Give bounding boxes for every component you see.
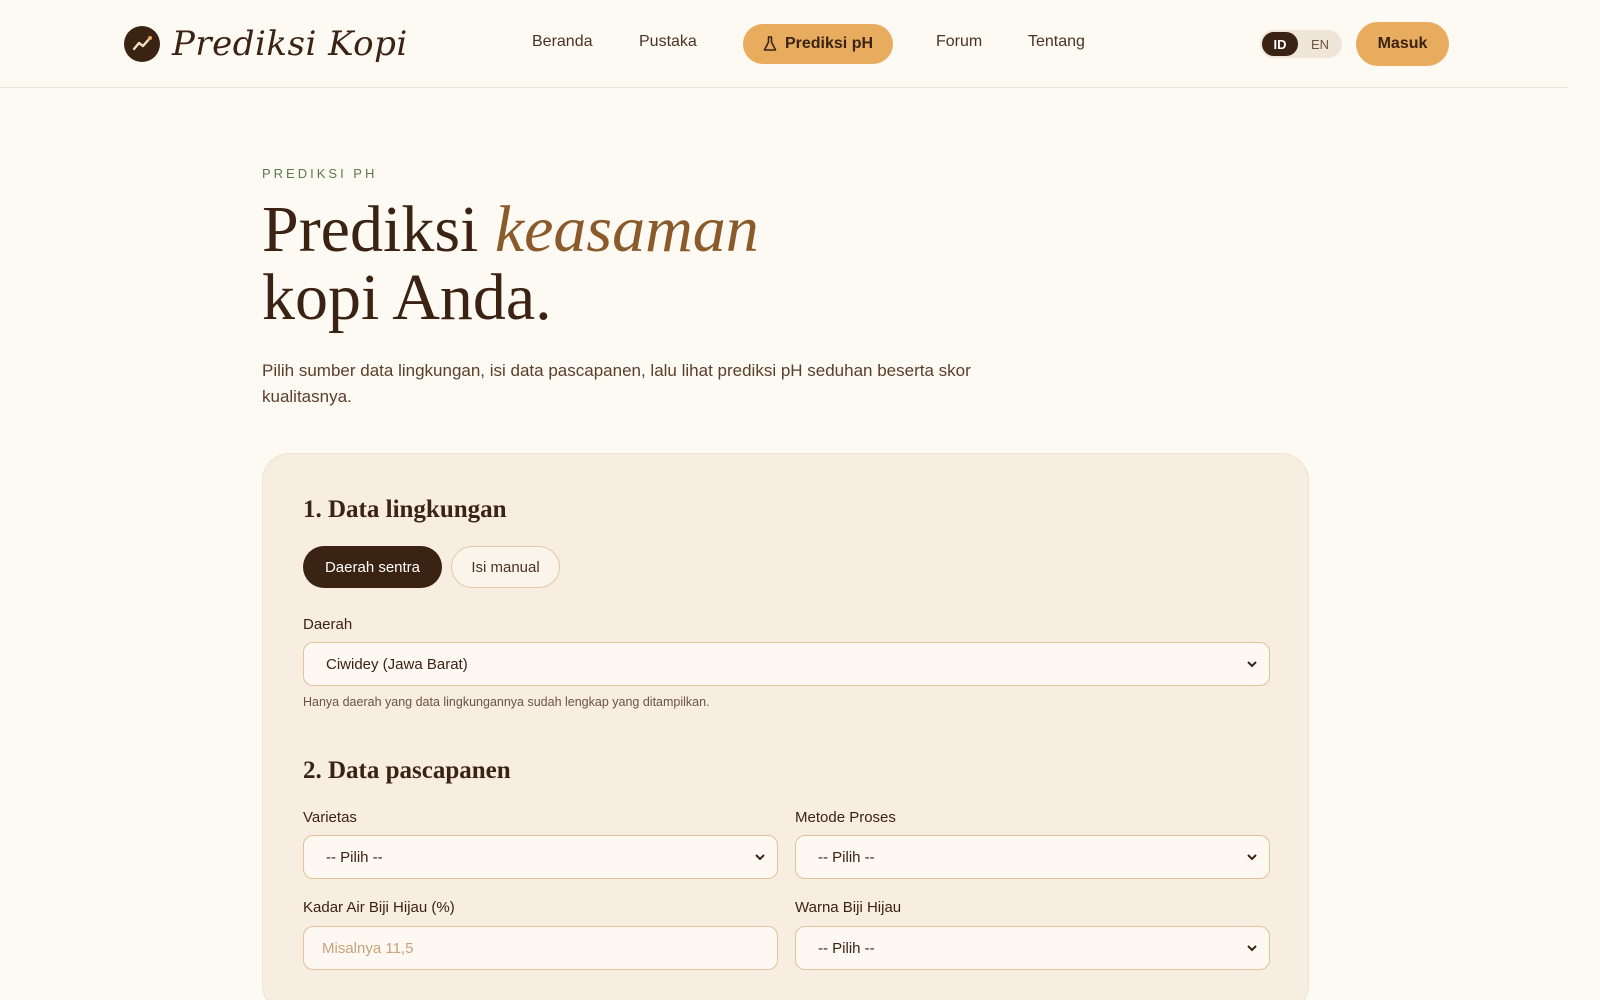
source-option-isi-manual[interactable]: Isi manual bbox=[451, 546, 560, 588]
nav-link-pustaka[interactable]: Pustaka bbox=[639, 32, 697, 52]
region-select[interactable]: Ciwidey (Jawa Barat) bbox=[303, 642, 1270, 686]
section-title-postharvest: 2. Data pascapanen bbox=[303, 757, 511, 784]
metode-proses-select[interactable]: -- Pilih -- bbox=[795, 835, 1270, 879]
title-part-2: kopi Anda. bbox=[262, 261, 552, 334]
nav-link-forum[interactable]: Forum bbox=[936, 32, 982, 52]
nav-link-prediksi-ph[interactable]: Prediksi pH bbox=[743, 24, 893, 64]
metode-proses-label: Metode Proses bbox=[795, 809, 896, 826]
varietas-select[interactable]: -- Pilih -- bbox=[303, 835, 778, 879]
page-eyebrow: PREDIKSI PH bbox=[262, 166, 378, 181]
section-title-environment: 1. Data lingkungan bbox=[303, 496, 507, 523]
prediction-form-card: 1. Data lingkungan Daerah sentra Isi man… bbox=[262, 453, 1309, 1000]
chevron-down-icon bbox=[1247, 854, 1257, 861]
language-toggle: ID EN bbox=[1260, 30, 1342, 58]
warna-biji-label: Warna Biji Hijau bbox=[795, 899, 902, 916]
kadar-air-input[interactable] bbox=[303, 926, 778, 970]
title-part-1: Prediksi bbox=[262, 193, 495, 266]
nav-active-label: Prediksi pH bbox=[784, 35, 874, 52]
chevron-down-icon bbox=[1247, 661, 1257, 668]
page-title: Prediksi keasaman kopi Anda. bbox=[262, 196, 759, 332]
lang-option-id[interactable]: ID bbox=[1262, 32, 1298, 56]
varietas-label: Varietas bbox=[303, 809, 357, 826]
warna-biji-select[interactable]: -- Pilih -- bbox=[795, 926, 1270, 970]
nav-link-tentang[interactable]: Tentang bbox=[1028, 32, 1085, 52]
flask-icon bbox=[763, 36, 777, 51]
brand-logo[interactable]: Prediksi Kopi bbox=[124, 22, 408, 66]
region-label: Daerah bbox=[303, 616, 353, 633]
top-navigation-bar: Prediksi Kopi Beranda Pustaka Prediksi p… bbox=[0, 0, 1568, 88]
nav-link-beranda[interactable]: Beranda bbox=[532, 32, 593, 52]
varietas-select-value: -- Pilih -- bbox=[326, 848, 383, 866]
chevron-down-icon bbox=[755, 854, 765, 861]
source-option-daerah-sentra[interactable]: Daerah sentra bbox=[303, 546, 442, 588]
login-button[interactable]: Masuk bbox=[1356, 22, 1449, 66]
title-accent: keasaman bbox=[494, 193, 759, 266]
page-subtitle: Pilih sumber data lingkungan, isi data p… bbox=[262, 361, 971, 406]
region-select-value: Ciwidey (Jawa Barat) bbox=[326, 655, 468, 673]
lang-option-en[interactable]: EN bbox=[1302, 32, 1338, 56]
trend-up-icon bbox=[124, 26, 160, 62]
warna-biji-select-value: -- Pilih -- bbox=[818, 939, 875, 957]
metode-proses-select-value: -- Pilih -- bbox=[818, 848, 875, 866]
region-hint: Hanya daerah yang data lingkungannya sud… bbox=[303, 695, 710, 709]
chevron-down-icon bbox=[1247, 945, 1257, 952]
kadar-air-label: Kadar Air Biji Hijau (%) bbox=[303, 899, 455, 916]
brand-name: Prediksi Kopi bbox=[172, 24, 408, 64]
